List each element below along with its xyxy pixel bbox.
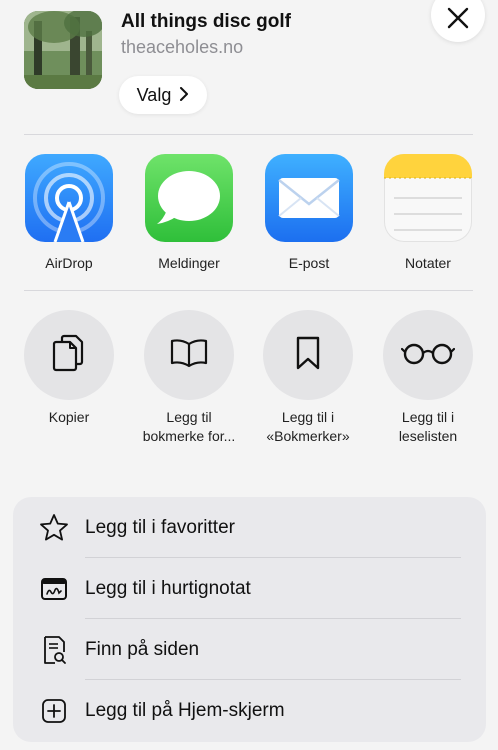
app-label: E-post [288, 255, 330, 271]
app-label: Meldinger [158, 255, 220, 271]
bookmark-icon [295, 335, 321, 376]
list-item-favorites[interactable]: Legg til i favoritter [13, 497, 486, 558]
list-item-label: Legg til på Hjem-skjerm [85, 699, 285, 721]
options-button[interactable]: Valg [119, 76, 207, 114]
action-add-bookmark[interactable]: Legg til bokmerke for... [143, 310, 235, 446]
app-label: Notater [405, 255, 451, 271]
glasses-icon [400, 341, 456, 370]
divider [24, 134, 473, 135]
app-airdrop[interactable]: AirDrop [25, 154, 113, 271]
site-url: theaceholes.no [121, 37, 244, 57]
app-mail[interactable]: E-post [265, 154, 353, 271]
site-thumbnail [24, 11, 102, 89]
airdrop-icon [25, 154, 113, 242]
quick-note-icon [39, 574, 69, 604]
close-icon [447, 7, 469, 34]
divider [24, 290, 473, 291]
options-label: Valg [136, 84, 172, 105]
notes-icon [384, 154, 472, 242]
find-on-page-icon [39, 635, 69, 665]
star-icon [39, 513, 69, 543]
chevron-right-icon [179, 85, 189, 106]
book-icon [169, 338, 209, 373]
add-square-icon [39, 696, 69, 726]
app-messages[interactable]: Meldinger [145, 154, 233, 271]
list-item-find-on-page[interactable]: Finn på siden [13, 619, 486, 680]
action-label: Legg til bokmerke for... [142, 409, 236, 444]
action-add-to-reading-list[interactable]: Legg til i leselisten [382, 310, 474, 446]
list-item-label: Finn på siden [85, 638, 200, 660]
copy-icon [52, 334, 86, 377]
action-copy[interactable]: Kopier [23, 310, 115, 427]
app-notes[interactable]: Notater [384, 154, 472, 271]
close-button[interactable] [431, 0, 485, 42]
list-item-label: Legg til i hurtignotat [85, 577, 251, 599]
list-item-add-to-home-screen[interactable]: Legg til på Hjem-skjerm [13, 680, 486, 741]
action-label: Legg til i leselisten [398, 409, 458, 444]
mail-icon [265, 154, 353, 242]
list-item-quick-note[interactable]: Legg til i hurtignotat [13, 558, 486, 619]
site-title: All things disc golf [121, 11, 291, 32]
list-item-label: Legg til i favoritter [85, 516, 235, 538]
action-label: Legg til i «Bokmerker» [266, 409, 350, 444]
action-add-to-bookmarks[interactable]: Legg til i «Bokmerker» [262, 310, 354, 446]
app-label: AirDrop [45, 255, 93, 271]
messages-icon [145, 154, 233, 242]
actions-list: Legg til i favoritter Legg til i hurtign… [13, 497, 486, 742]
action-label: Kopier [48, 409, 90, 425]
